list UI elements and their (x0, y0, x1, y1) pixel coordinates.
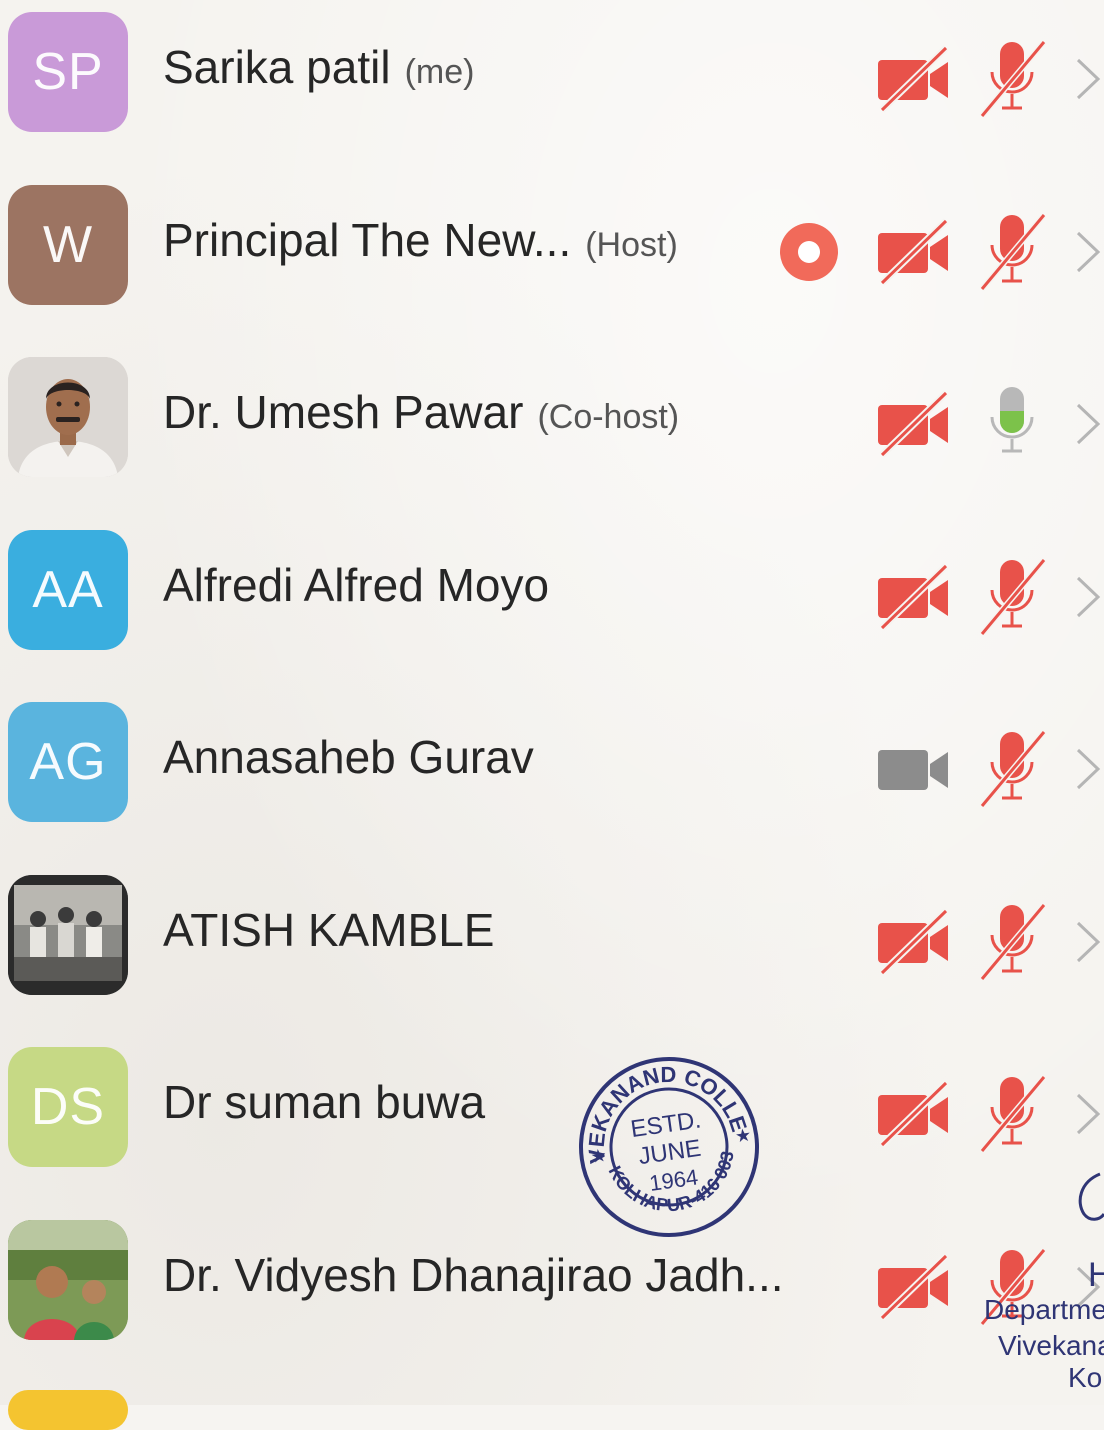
participant-role: (Co-host) (537, 398, 680, 436)
microphone-muted-icon[interactable] (976, 899, 1048, 983)
participant-name-group: Annasaheb Gurav (163, 730, 534, 800)
participant-name: Sarika patil (163, 41, 391, 93)
avatar-initials: AG (29, 733, 107, 791)
signature-scribble (1078, 1172, 1104, 1221)
signature-initial: H (1088, 1256, 1104, 1294)
department-line: Departme (984, 1294, 1104, 1325)
participant-row[interactable]: Dr. Vidyesh Dhanajirao Jadh... (0, 1208, 1104, 1380)
participant-name-group: Dr. Umesh Pawar (Co-host) (163, 385, 679, 455)
chevron-right-icon[interactable] (1072, 917, 1104, 967)
college-name-line: Vivekana (998, 1330, 1104, 1361)
chevron-right-icon[interactable] (1072, 1089, 1104, 1139)
participant-row[interactable]: Dr. Umesh Pawar (Co-host) (0, 345, 1104, 517)
participant-avatar (8, 357, 128, 477)
avatar-initials: DS (30, 1078, 106, 1136)
college-seal: VIVEKANAND COLLEGE KOLHAPUR-416 003 ESTD… (576, 1052, 759, 1237)
chevron-right-icon[interactable] (1072, 572, 1104, 622)
avatar-initials: AA (32, 560, 104, 619)
video-camera-icon[interactable] (876, 734, 952, 806)
svg-text:★: ★ (734, 1125, 753, 1147)
participant-row[interactable]: DS Dr suman buwa (0, 1035, 1104, 1207)
chevron-right-icon[interactable] (1072, 744, 1104, 794)
video-off-icon[interactable] (876, 562, 952, 634)
city-line: Ko (1068, 1362, 1103, 1393)
video-off-icon[interactable] (876, 907, 952, 979)
participant-role: (me) (404, 53, 475, 91)
next-participant-avatar (8, 1390, 128, 1430)
participant-avatar (8, 874, 128, 995)
participant-row[interactable]: W Principal The New... (Host) (0, 173, 1104, 345)
participant-name-group: ATISH KAMBLE (163, 903, 494, 973)
chevron-right-icon[interactable] (1072, 227, 1104, 277)
participant-name: Dr. Umesh Pawar (163, 386, 524, 438)
participant-name: ATISH KAMBLE (163, 903, 495, 956)
microphone-muted-icon[interactable] (976, 554, 1048, 638)
video-off-icon[interactable] (876, 217, 952, 289)
participant-avatar: SP (8, 12, 128, 132)
participant-name: Dr. Vidyesh Dhanajirao Jadh... (163, 1248, 784, 1301)
video-off-icon[interactable] (876, 44, 952, 116)
chevron-right-icon[interactable] (1072, 399, 1104, 449)
microphone-icon[interactable] (976, 381, 1048, 465)
participant-row[interactable]: AG Annasaheb Gurav (0, 690, 1104, 862)
microphone-muted-icon[interactable] (976, 1071, 1048, 1155)
participant-name: Alfredi Alfred Moyo (163, 558, 550, 611)
participant-name-group: Principal The New... (Host) (163, 213, 678, 283)
chevron-right-icon[interactable] (1072, 54, 1104, 104)
microphone-muted-icon[interactable] (976, 36, 1048, 120)
participant-avatar: DS (8, 1047, 128, 1167)
video-off-icon[interactable] (876, 1252, 952, 1324)
participant-name: Dr suman buwa (163, 1076, 486, 1128)
participant-name-group: Dr suman buwa (163, 1075, 485, 1145)
participant-row[interactable]: ATISH KAMBLE (0, 863, 1104, 1035)
participant-row[interactable]: SP Sarika patil (me) (0, 0, 1104, 172)
participant-avatar: AA (8, 529, 128, 650)
participant-name: Annasaheb Gurav (163, 731, 534, 783)
participant-name: Principal The New... (163, 213, 572, 266)
avatar-initials: SP (32, 43, 104, 101)
video-off-icon[interactable] (876, 389, 952, 461)
svg-text:★: ★ (589, 1145, 608, 1167)
video-off-icon[interactable] (876, 1079, 952, 1151)
recording-icon (778, 221, 840, 283)
avatar-initials: W (42, 215, 94, 274)
participant-name-group: Sarika patil (me) (163, 40, 474, 110)
microphone-muted-icon[interactable] (976, 726, 1048, 810)
participant-role: (Host) (585, 225, 678, 264)
participant-name-group: Dr. Vidyesh Dhanajirao Jadh... (163, 1248, 784, 1318)
participant-avatar: W (8, 184, 128, 305)
microphone-muted-icon[interactable] (976, 209, 1048, 293)
participant-name-group: Alfredi Alfred Moyo (163, 558, 549, 628)
participant-avatar: AG (8, 702, 128, 822)
participant-avatar (8, 1219, 128, 1340)
participant-row[interactable]: AA Alfredi Alfred Moyo (0, 518, 1104, 690)
